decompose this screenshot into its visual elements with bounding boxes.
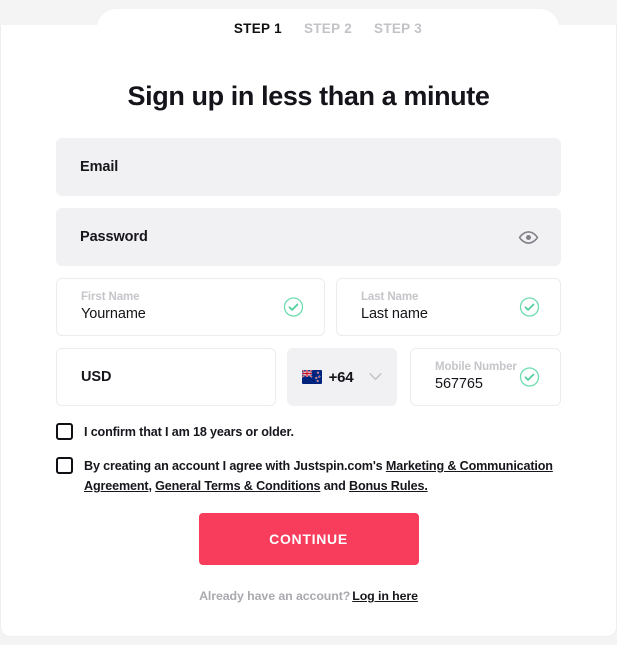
tab-step-3[interactable]: STEP 3 xyxy=(374,21,422,36)
signup-form: Email Password First Name Yourname Last … xyxy=(56,138,561,603)
age-consent-bold: 18 xyxy=(192,425,207,439)
new-zealand-flag-icon xyxy=(301,370,322,384)
age-consent-text-after: years or older. xyxy=(206,425,294,439)
terms-intro-text: By creating an account I agree with Just… xyxy=(84,459,386,473)
currency-phone-row: USD +64 Mobile Number 567765 xyxy=(56,348,561,406)
age-consent-row: I confirm that I am 18 years or older. xyxy=(56,422,561,442)
login-prompt-text: Already have an account? xyxy=(199,589,351,603)
terms-consent-row: By creating an account I agree with Just… xyxy=(56,456,561,496)
country-code-select[interactable]: +64 xyxy=(287,348,397,406)
mobile-number-field[interactable]: Mobile Number 567765 xyxy=(410,348,561,406)
login-prompt: Already have an account? Log in here xyxy=(56,589,561,603)
tab-step-2[interactable]: STEP 2 xyxy=(304,21,352,36)
last-name-value: Last name xyxy=(361,306,428,322)
age-consent-text-before: I confirm that I am xyxy=(84,425,193,439)
log-in-here-link[interactable]: Log in here xyxy=(352,589,418,603)
step-tabs: STEP 1 STEP 2 STEP 3 xyxy=(97,9,559,48)
consent-section: I confirm that I am 18 years or older. B… xyxy=(56,422,561,496)
chevron-down-icon xyxy=(369,373,383,381)
terms-consent-label: By creating an account I agree with Just… xyxy=(84,456,561,496)
email-field[interactable]: Email xyxy=(56,138,561,196)
check-circle-icon xyxy=(519,297,540,318)
terms-separator-2: and xyxy=(320,479,349,493)
signup-page: STEP 1 STEP 2 STEP 3 Sign up in less tha… xyxy=(0,0,617,645)
currency-value: USD xyxy=(81,369,112,385)
password-placeholder: Password xyxy=(80,229,148,245)
age-consent-label: I confirm that I am 18 years or older. xyxy=(84,422,294,442)
last-name-label: Last Name xyxy=(361,291,419,303)
country-dial-code: +64 xyxy=(328,368,354,386)
eye-icon[interactable] xyxy=(517,226,539,248)
last-name-field[interactable]: Last Name Last name xyxy=(336,278,561,336)
general-terms-link[interactable]: General Terms & Conditions xyxy=(155,479,320,493)
check-circle-icon xyxy=(283,297,304,318)
name-row: First Name Yourname Last Name Last name xyxy=(56,278,561,336)
email-placeholder: Email xyxy=(80,159,119,175)
bonus-rules-link[interactable]: Bonus Rules. xyxy=(349,479,428,493)
age-consent-checkbox[interactable] xyxy=(56,423,73,440)
first-name-label: First Name xyxy=(81,291,140,303)
currency-field[interactable]: USD xyxy=(56,348,276,406)
continue-button[interactable]: CONTINUE xyxy=(198,513,419,565)
password-field[interactable]: Password xyxy=(56,208,561,266)
first-name-field[interactable]: First Name Yourname xyxy=(56,278,325,336)
first-name-value: Yourname xyxy=(81,306,146,322)
cta-container: CONTINUE xyxy=(56,513,561,565)
check-circle-icon xyxy=(519,367,540,388)
terms-consent-checkbox[interactable] xyxy=(56,457,73,474)
page-title: Sign up in less than a minute xyxy=(127,81,490,111)
tab-step-1[interactable]: STEP 1 xyxy=(234,21,282,36)
